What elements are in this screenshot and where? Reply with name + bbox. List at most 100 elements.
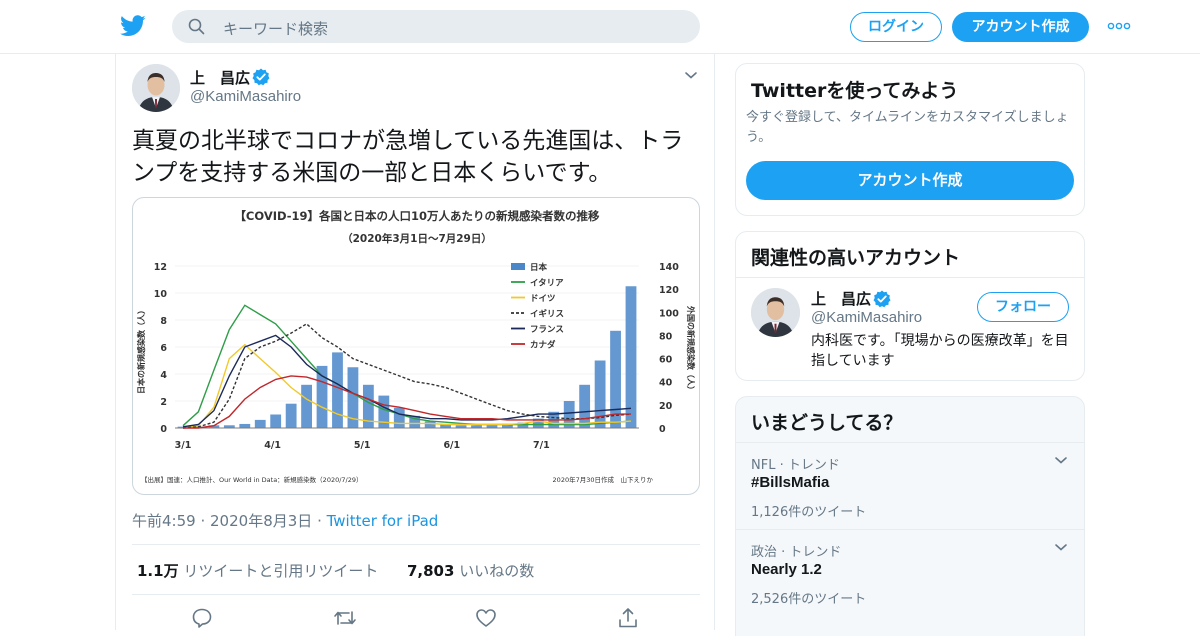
trends-card: いまどうしてる？ NFL · トレンド #BillsMafia 1,126件のツ… xyxy=(735,396,1085,636)
chart-credit-note: 2020年7月30日作成 山下えりか xyxy=(553,475,654,484)
related-accounts-card: 関連性の高いアカウント 上 昌広 @KamiMasahiro フォロー 内科医で… xyxy=(735,231,1085,381)
chevron-down-icon[interactable] xyxy=(1054,455,1068,465)
follow-button[interactable]: フォロー xyxy=(977,292,1069,322)
chart-legend-label: イタリア xyxy=(530,278,564,289)
chart-y-tick-left: 6 xyxy=(160,343,167,354)
divider xyxy=(132,594,700,595)
retweet-label: リツイートと引用リツイート xyxy=(183,562,379,580)
retweet-icon[interactable] xyxy=(333,607,357,629)
meta-separator: · xyxy=(200,512,211,530)
tweet-time[interactable]: 午前4:59 xyxy=(132,512,196,530)
related-account-handle[interactable]: @KamiMasahiro xyxy=(811,309,922,326)
chart-y-tick-left: 12 xyxy=(154,262,167,273)
signup-card: Twitterを使ってみよう 今すぐ登録して、タイムラインをカスタマイズしましょ… xyxy=(735,63,1085,216)
tweet-source-link[interactable]: Twitter for iPad xyxy=(327,512,439,530)
avatar[interactable] xyxy=(751,288,800,337)
trend-tweet-count: 2,526件のツイート xyxy=(751,592,867,607)
chart-y-tick-right: 20 xyxy=(659,401,673,412)
chart-bar xyxy=(332,352,343,428)
signup-card-title: Twitterを使ってみよう xyxy=(751,80,959,102)
author-name[interactable]: 上 昌広 xyxy=(190,67,250,88)
verified-badge-icon xyxy=(252,68,270,86)
chart-y-tick-right: 80 xyxy=(659,331,673,342)
tweet-date[interactable]: 2020年8月3日 xyxy=(210,512,312,530)
chart-bar xyxy=(239,423,251,428)
chart-legend-label: 日本 xyxy=(530,262,548,273)
chart-y-tick-right: 60 xyxy=(659,355,673,366)
chart-subtitle: （2020年3月1日〜7月29日） xyxy=(342,232,492,245)
chart-y-tick-right: 140 xyxy=(659,262,679,273)
tweet-text: 真夏の北半球でコロナが急増している先進国は、トランプを支持する米国の一部と日本く… xyxy=(132,128,684,186)
chart-legend-swatch xyxy=(511,263,525,270)
chart-bar xyxy=(471,425,482,428)
trend-tweet-count: 1,126件のツイート xyxy=(751,505,867,520)
search-placeholder: キーワード検索 xyxy=(223,20,329,38)
like-heart-icon[interactable] xyxy=(475,607,497,629)
chevron-down-icon[interactable] xyxy=(1054,542,1068,552)
chart-bar xyxy=(455,425,467,428)
chart-legend-label: イギリス xyxy=(530,309,564,320)
chart-y-tick-right: 40 xyxy=(659,378,673,389)
tweet-timestamp: 午前4:59 · 2020年8月3日 · Twitter for iPad xyxy=(132,510,438,531)
share-icon[interactable] xyxy=(617,607,639,629)
divider xyxy=(736,277,1084,278)
signup-card-description: 今すぐ登録して、タイムラインをカスタマイズしましょう。 xyxy=(746,110,1069,145)
chart-svg: 【COVID-19】各国と日本の人口10万人あたりの新規感染者数の推移 （202… xyxy=(136,209,696,484)
chart-y-tick-right: 0 xyxy=(659,424,666,435)
divider xyxy=(132,544,700,545)
chart-bar xyxy=(301,384,312,428)
avatar[interactable] xyxy=(132,64,180,112)
chart-bar xyxy=(486,425,498,428)
chart-ylabel-left: 日本の新規感染数（人） xyxy=(136,306,146,394)
create-account-button[interactable]: アカウント作成 xyxy=(746,161,1074,200)
chart-bar xyxy=(424,421,436,428)
chart-bar xyxy=(579,384,591,428)
chart-bar xyxy=(270,414,282,428)
reply-icon[interactable] xyxy=(191,607,213,629)
chart-title: 【COVID-19】各国と日本の人口10万人あたりの新規感染者数の推移 xyxy=(234,209,600,223)
trend-name: Nearly 1.2 xyxy=(751,561,822,578)
chart-x-tick: 6/1 xyxy=(443,440,460,451)
tweet-media-chart[interactable]: 【COVID-19】各国と日本の人口10万人あたりの新規感染者数の推移 （202… xyxy=(132,197,700,495)
related-account-bio: 内科医です。「現場からの医療改革」を目指しています xyxy=(811,333,1069,369)
chart-legend-label: フランス xyxy=(530,325,564,335)
search-icon xyxy=(188,18,205,35)
trend-context: NFL · トレンド xyxy=(751,458,840,473)
chart-bar xyxy=(625,286,637,428)
signup-button[interactable]: アカウント作成 xyxy=(952,12,1089,42)
trend-item[interactable]: NFL · トレンド #BillsMafia 1,126件のツイート xyxy=(736,442,1084,529)
chart-bar xyxy=(254,419,266,428)
chart-y-tick-left: 8 xyxy=(160,316,167,327)
retweet-stat[interactable]: 1.1万 リツイートと引用リツイート xyxy=(137,562,378,580)
chart-y-tick-left: 4 xyxy=(160,370,167,381)
chart-bar xyxy=(223,425,235,428)
chart-y-tick-left: 2 xyxy=(160,397,167,408)
trends-card-title: いまどうしてる？ xyxy=(751,412,903,434)
chart-legend-label: カナダ xyxy=(530,340,556,351)
retweet-count: 1.1万 xyxy=(137,562,179,580)
twitter-bird-icon[interactable] xyxy=(120,14,146,38)
like-count: 7,803 xyxy=(406,562,455,580)
more-options-icon[interactable] xyxy=(1107,22,1131,30)
related-account-name[interactable]: 上 昌広 xyxy=(811,288,871,309)
chart-y-tick-right: 100 xyxy=(659,308,679,319)
like-stat[interactable]: 7,803 いいねの数 xyxy=(407,562,534,580)
search-input[interactable]: キーワード検索 xyxy=(172,10,700,43)
chart-x-tick: 3/1 xyxy=(175,440,192,451)
trend-item[interactable]: 政治 · トレンド Nearly 1.2 2,526件のツイート xyxy=(736,529,1084,616)
related-card-title: 関連性の高いアカウント xyxy=(751,247,961,269)
top-navigation-bar: キーワード検索 ログイン アカウント作成 xyxy=(0,0,1200,54)
chart-x-tick: 4/1 xyxy=(264,440,281,451)
chevron-down-icon[interactable] xyxy=(684,70,698,80)
tweet-detail: 上 昌広 @KamiMasahiro 真夏の北半球でコロナが急増している先進国は… xyxy=(115,54,715,630)
chart-y-tick-left: 0 xyxy=(160,424,167,435)
author-handle[interactable]: @KamiMasahiro xyxy=(190,88,301,105)
chart-x-tick: 5/1 xyxy=(354,440,371,451)
chart-bar xyxy=(393,407,405,428)
verified-badge-icon xyxy=(873,290,891,308)
chart-ylabel-right: 外国の新規感染数（人） xyxy=(686,306,696,394)
trend-context: 政治 · トレンド xyxy=(751,545,842,560)
login-button[interactable]: ログイン xyxy=(850,12,942,42)
meta-separator: · xyxy=(317,512,327,530)
chart-y-tick-left: 10 xyxy=(154,289,168,300)
